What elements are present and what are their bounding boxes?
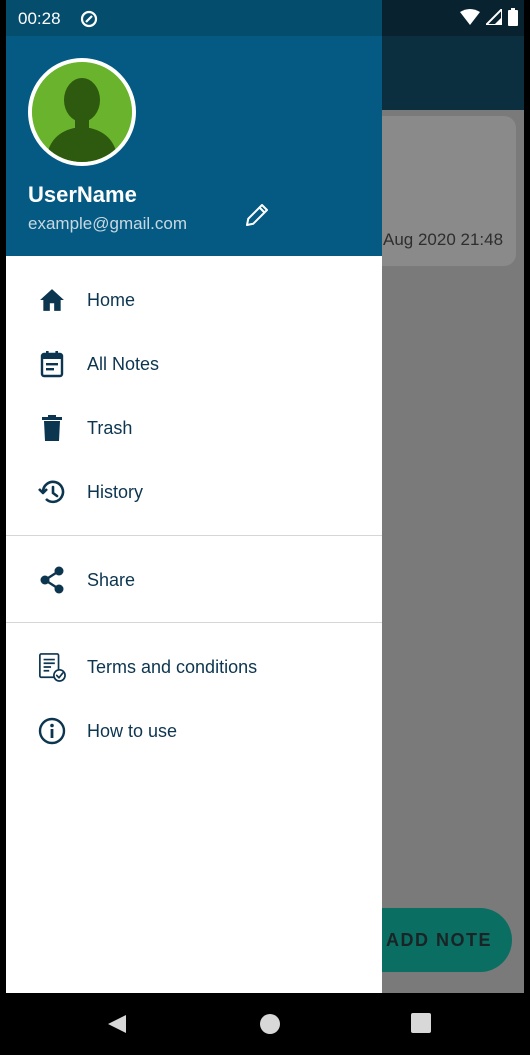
- menu-item-share[interactable]: Share: [6, 548, 382, 612]
- menu-item-terms[interactable]: Terms and conditions: [6, 635, 382, 699]
- battery-icon: [508, 8, 518, 31]
- status-time: 00:28: [18, 9, 61, 28]
- person-icon: [32, 62, 132, 162]
- menu-item-all-notes[interactable]: All Notes: [6, 332, 382, 396]
- menu-label-all-notes: All Notes: [87, 353, 160, 374]
- user-email: example@gmail.com: [28, 214, 187, 233]
- share-icon: [38, 566, 66, 594]
- divider: [6, 622, 382, 623]
- system-nav-bar: [6, 993, 524, 1055]
- divider: [6, 535, 382, 536]
- menu-label-home: Home: [87, 289, 136, 310]
- sync-icon: [80, 10, 98, 33]
- avatar[interactable]: [28, 58, 136, 166]
- menu-label-history: History: [87, 481, 144, 502]
- info-icon: [38, 717, 66, 745]
- note-date: Aug 2020 21:48: [383, 230, 504, 249]
- menu-label-trash: Trash: [87, 417, 133, 438]
- home-nav-icon[interactable]: [259, 1013, 281, 1040]
- trash-icon: [38, 414, 66, 442]
- wifi-icon: [460, 9, 480, 30]
- document-check-icon: [38, 653, 66, 682]
- menu-label-share: Share: [87, 569, 136, 590]
- menu-item-history[interactable]: History: [6, 460, 382, 524]
- drawer-header: UserName example@gmail.com: [6, 36, 382, 256]
- menu-item-how-to-use[interactable]: How to use: [6, 699, 382, 763]
- add-note-label: ADD NOTE: [386, 930, 492, 950]
- recents-icon[interactable]: [411, 1013, 431, 1038]
- menu-label-terms: Terms and conditions: [87, 656, 258, 677]
- calendar-notes-icon: [38, 350, 66, 378]
- history-icon: [38, 478, 66, 506]
- edit-icon[interactable]: [242, 200, 272, 230]
- menu-item-trash[interactable]: Trash: [6, 396, 382, 460]
- menu-label-how-to-use: How to use: [87, 720, 178, 741]
- menu-item-home[interactable]: Home: [6, 268, 382, 332]
- status-bar-drawer: [6, 0, 382, 36]
- screen: Aug 2020 21:48 ADD NOTE UserName example…: [6, 0, 524, 993]
- home-icon: [38, 286, 66, 314]
- status-icons: [460, 6, 518, 31]
- back-icon[interactable]: [106, 1013, 128, 1040]
- signal-icon: [483, 6, 503, 30]
- navigation-drawer: UserName example@gmail.com Home All Note…: [6, 0, 382, 993]
- user-name: UserName: [28, 182, 137, 207]
